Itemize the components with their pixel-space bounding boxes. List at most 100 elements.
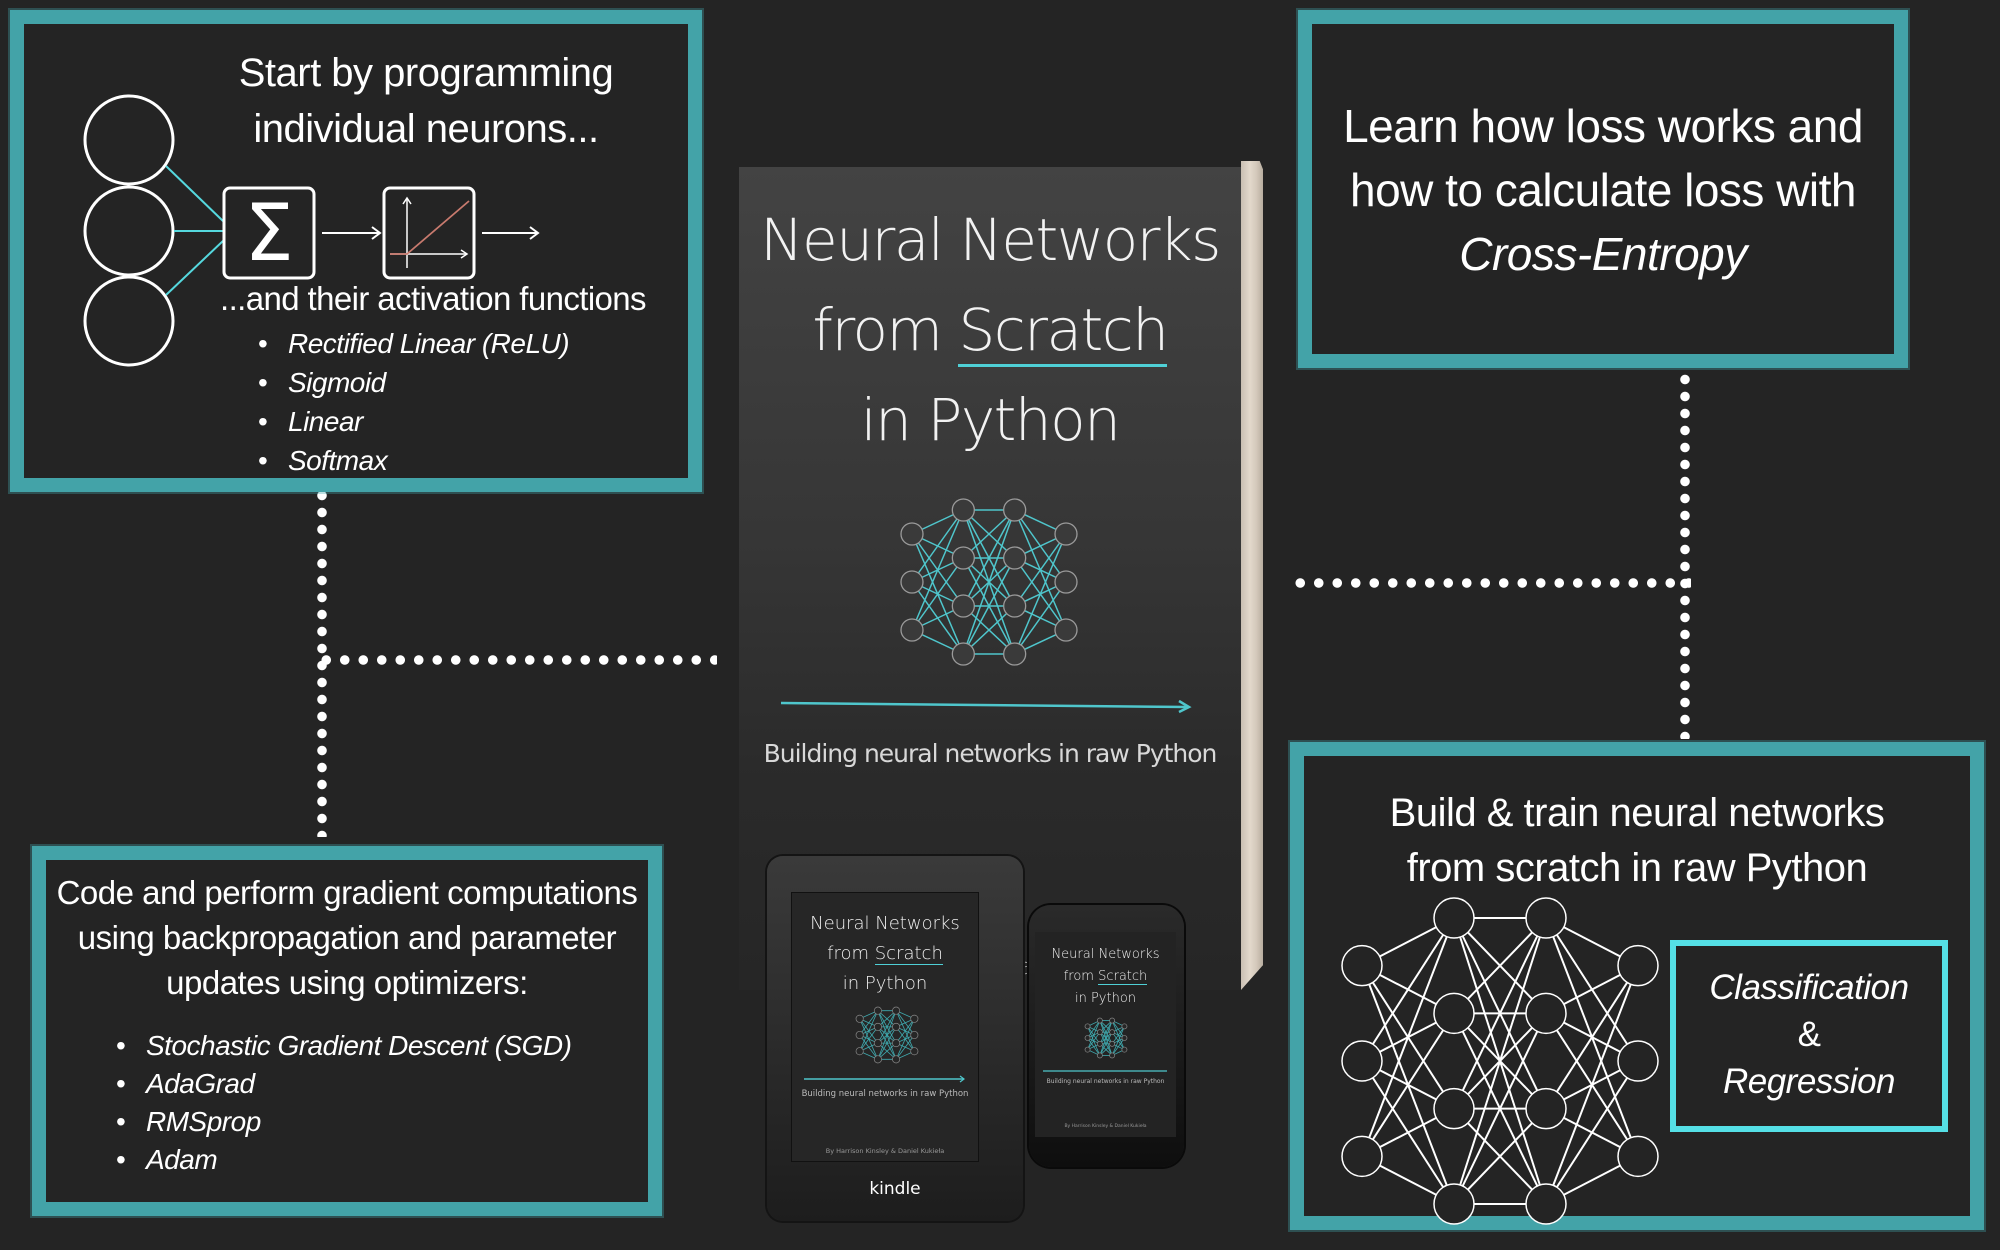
network-node-layer-3 <box>1003 642 1027 666</box>
kindle-subtitle: Building neural networks in raw Python <box>801 1089 969 1099</box>
network-node-layer-2 <box>1096 1017 1103 1024</box>
kindle-authors: By Harrison Kinsley & Daniel Kukieła <box>825 1147 945 1155</box>
build-line2: from scratch in raw Python <box>1406 846 1868 890</box>
network-node-layer-4 <box>910 1030 919 1040</box>
loss-line2: how to calculate loss with <box>1349 164 1857 216</box>
phone-screen: Neural Networks from Scratch in Python B… <box>1035 932 1176 1137</box>
optimizer-item: RMSprop <box>116 1103 571 1141</box>
activation-item: Softmax <box>258 441 569 480</box>
network-node-layer-3 <box>1003 546 1027 570</box>
network-node-layer-1 <box>855 1030 864 1040</box>
network-node-layer-4 <box>1617 944 1659 987</box>
panel-build: Build & train neural networks from scrat… <box>1290 742 1984 1230</box>
network-node-layer-1 <box>1341 944 1383 987</box>
relu-curve <box>390 200 470 255</box>
network-node-layer-3 <box>1109 1040 1116 1047</box>
activation-subheading: ...and their activation functions <box>220 280 647 317</box>
sum-box: Σ <box>222 186 316 280</box>
input-neuron-2 <box>83 185 175 277</box>
network-node-layer-3 <box>1109 1052 1116 1059</box>
book-subtitle: Building neural networks in raw Python <box>763 739 1218 768</box>
backprop-line1: Code and perform gradient computations <box>56 874 638 911</box>
input-neuron-3 <box>83 275 175 367</box>
kindle-network-icon <box>855 1006 919 1064</box>
network-edges <box>911 509 1067 655</box>
activation-item: Rectified Linear (ReLU) <box>258 324 570 363</box>
kindle-title-line3: in Python <box>842 973 928 994</box>
book-network-icon <box>900 498 1078 666</box>
kindle-device: Neural Networks from Scratch in Python B… <box>767 856 1023 1221</box>
phone-arrow-icon <box>1043 1070 1167 1072</box>
backprop-line2: using backpropagation and parameter <box>77 919 617 956</box>
activation-item: Sigmoid <box>258 363 569 402</box>
network-node-layer-4 <box>1617 1040 1659 1082</box>
phone-title-line1: Neural Networks <box>1051 947 1160 962</box>
network-node-layer-1 <box>1341 1135 1383 1178</box>
sum-symbol: Σ <box>244 189 293 279</box>
network-node-layer-4 <box>1121 1046 1128 1053</box>
phone-subtitle: Building neural networks in raw Python <box>1046 1078 1165 1085</box>
optimizer-item: Adam <box>116 1141 571 1179</box>
network-node-layer-2 <box>1433 1087 1475 1130</box>
loss-line3: Cross-Entropy <box>1459 228 1747 280</box>
network-node-layer-2 <box>951 642 975 666</box>
activation-item: Linear <box>258 402 569 441</box>
optimizer-item: Stochastic Gradient Descent (SGD) <box>116 1027 572 1065</box>
network-node-layer-1 <box>1084 1046 1091 1053</box>
network-node-layer-2 <box>1433 992 1475 1035</box>
network-node-layer-3 <box>1525 1183 1567 1225</box>
network-node-layer-4 <box>1054 618 1078 642</box>
network-node-layer-3 <box>1525 1087 1567 1130</box>
arrow-icon <box>322 226 382 240</box>
book-title: Neural Networks from Scratch in Python <box>739 195 1241 465</box>
network-node-layer-2 <box>951 498 975 522</box>
network-node-layer-4 <box>1121 1035 1128 1041</box>
network-node-layer-4 <box>1054 570 1078 594</box>
phone-authors: By Harrison Kinsley & Daniel Kukieła <box>1064 1124 1147 1129</box>
network-node-layer-1 <box>1084 1023 1091 1030</box>
output-arrow-icon <box>482 226 540 240</box>
network-node-layer-3 <box>1525 992 1567 1035</box>
connector-right-vertical <box>1680 371 1690 739</box>
network-node-layer-2 <box>1433 1183 1475 1225</box>
book-page-edge <box>1241 161 1263 990</box>
network-node-layer-2 <box>1096 1029 1103 1036</box>
network-node-layer-2 <box>1096 1040 1103 1047</box>
network-edges <box>1361 917 1639 1205</box>
panel-neurons: Start by programming individual neurons.… <box>10 10 702 492</box>
task-regression: Regression <box>1722 1062 1896 1101</box>
kindle-title-line2: from Scratch <box>827 943 943 965</box>
book-title-line2: from Scratch <box>739 285 1241 375</box>
network-node-layer-1 <box>855 1047 864 1056</box>
network-edges <box>1087 1020 1125 1056</box>
network-node-layer-3 <box>1109 1029 1116 1036</box>
build-line1: Build & train neural networks <box>1389 791 1885 835</box>
network-node-layer-1 <box>1084 1035 1091 1041</box>
network-edges <box>859 1010 915 1060</box>
task-classification: Classification <box>1709 968 1909 1007</box>
kindle-arrow-icon <box>804 1075 965 1083</box>
network-node-layer-3 <box>892 1039 901 1048</box>
network-node-layer-3 <box>892 1006 901 1015</box>
network-node-layer-2 <box>873 1022 882 1031</box>
tasks-box: Classification & Regression <box>1670 940 1948 1132</box>
book-arrow-icon <box>780 699 1192 714</box>
panel-backprop: Code and perform gradient computations u… <box>32 846 662 1216</box>
optimizer-list: Stochastic Gradient Descent (SGD) AdaGra… <box>116 1027 572 1179</box>
loss-line1: Learn how loss works and <box>1343 100 1863 152</box>
network-node-layer-3 <box>1003 594 1027 618</box>
network-node-layer-2 <box>951 594 975 618</box>
network-node-layer-2 <box>1096 1052 1103 1059</box>
input-neuron-1 <box>83 94 175 186</box>
network-node-layer-4 <box>1617 1135 1659 1178</box>
kindle-logo: kindle <box>869 1179 921 1199</box>
network-node-layer-4 <box>1121 1023 1128 1030</box>
phone-network-icon <box>1084 1017 1128 1059</box>
network-node-layer-3 <box>1109 1017 1116 1024</box>
book-title-line3: in Python <box>860 386 1121 454</box>
network-node-layer-2 <box>873 1039 882 1048</box>
kindle-title-line1: Neural Networks <box>810 913 960 934</box>
network-node-layer-3 <box>1003 498 1027 522</box>
kindle-screen: Neural Networks from Scratch in Python B… <box>791 892 979 1162</box>
network-node-layer-1 <box>900 522 924 546</box>
